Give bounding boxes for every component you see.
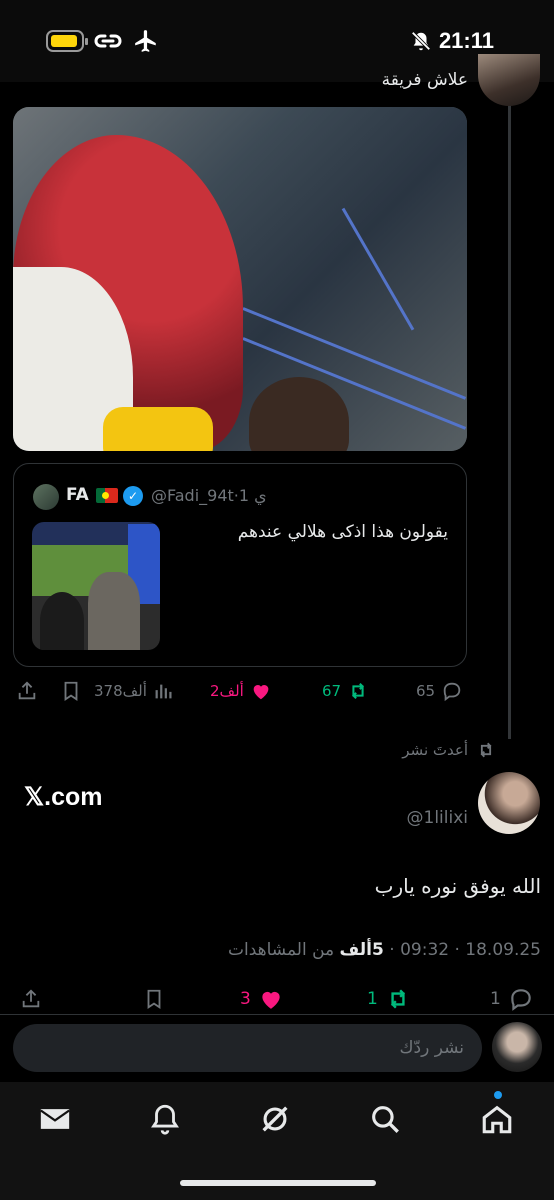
quote-author-name: FA bbox=[66, 485, 89, 505]
repost-count: 67 bbox=[322, 682, 342, 700]
bell-icon[interactable] bbox=[148, 1102, 182, 1136]
views-count: 378ألف bbox=[94, 682, 147, 700]
tweet-date: 18.09.25 bbox=[465, 940, 541, 960]
reply-input[interactable]: نشر ردّك bbox=[13, 1024, 482, 1072]
airplane-icon bbox=[135, 30, 156, 52]
like-icon bbox=[253, 685, 269, 700]
status-time: 21:11 bbox=[438, 28, 494, 53]
reposted-text: أعدتَ نشر bbox=[402, 741, 468, 759]
like-button[interactable]: 3 bbox=[240, 986, 285, 1012]
repost-icon bbox=[480, 742, 492, 758]
reply-icon bbox=[511, 989, 531, 1011]
bell-muted-icon bbox=[411, 31, 431, 51]
views-button[interactable]: 378ألف bbox=[94, 680, 175, 702]
thread-line bbox=[508, 104, 511, 739]
home-icon[interactable] bbox=[480, 1102, 514, 1136]
views-icon bbox=[155, 684, 172, 699]
mail-icon[interactable] bbox=[38, 1102, 72, 1136]
share-button[interactable] bbox=[20, 988, 42, 1010]
share-icon bbox=[18, 681, 36, 700]
link-icon bbox=[94, 34, 122, 48]
reply-icon bbox=[443, 682, 461, 702]
tweet-meta: 18.09.25 · 09:32 · 5ألف من المشاهدات bbox=[227, 940, 541, 960]
quote-tweet[interactable]: FA ✓ @Fadi_94t·1 ي يقولون هذا اذكى هلالي… bbox=[13, 463, 467, 667]
repost-icon bbox=[352, 682, 365, 700]
like-count: 2ألف bbox=[210, 682, 244, 700]
like-button[interactable]: 2ألف bbox=[210, 680, 272, 702]
grok-icon[interactable] bbox=[258, 1102, 292, 1136]
avatar bbox=[492, 1022, 542, 1072]
tweet-media-image[interactable] bbox=[13, 107, 467, 451]
status-bar: 21:11 bbox=[0, 0, 554, 82]
reply-count: 1 bbox=[490, 989, 501, 1009]
verified-badge-icon: ✓ bbox=[123, 486, 143, 506]
quote-time: 1 ي bbox=[238, 486, 267, 505]
home-indicator bbox=[180, 1180, 376, 1186]
quote-avatar bbox=[33, 484, 59, 510]
like-icon bbox=[262, 991, 280, 1009]
quote-handle-time: @Fadi_94t·1 ي bbox=[151, 486, 267, 505]
share-button[interactable] bbox=[16, 680, 38, 702]
reply-count: 65 bbox=[416, 682, 436, 700]
like-count: 3 bbox=[240, 989, 251, 1009]
source-label: 𝕏.com bbox=[24, 783, 103, 811]
repost-count: 1 bbox=[367, 989, 378, 1009]
reply-button[interactable]: 1 bbox=[490, 986, 535, 1012]
battery-icon bbox=[46, 30, 88, 52]
reply-button[interactable]: 65 bbox=[416, 680, 463, 702]
tweet-views-label: من المشاهدات bbox=[227, 940, 335, 960]
bookmark-icon bbox=[64, 681, 78, 701]
reposted-label: أعدتَ نشر bbox=[402, 740, 496, 760]
search-icon[interactable] bbox=[368, 1102, 402, 1136]
tweet-text: الله يوفق نوره يارب bbox=[374, 874, 541, 898]
notification-dot bbox=[494, 1091, 502, 1099]
quote-media-thumbnail bbox=[32, 522, 160, 650]
author-handle[interactable]: @1lilixi bbox=[407, 808, 469, 828]
tweet-views-count: 5ألف bbox=[339, 940, 384, 960]
portugal-flag-icon bbox=[96, 488, 118, 503]
repost-button[interactable]: 1 bbox=[367, 986, 412, 1012]
tweet-text-partial: علاش فريقة bbox=[381, 70, 468, 90]
tweet-time: 09:32 bbox=[400, 940, 450, 960]
quote-text: يقولون هذا اذكى هلالي عندهم bbox=[237, 522, 448, 542]
bookmark-icon bbox=[147, 989, 161, 1009]
quote-handle: @Fadi_94t bbox=[151, 486, 234, 505]
repost-button[interactable]: 67 bbox=[322, 680, 369, 702]
repost-icon bbox=[390, 989, 405, 1009]
avatar[interactable] bbox=[478, 772, 540, 834]
bookmark-button[interactable] bbox=[60, 680, 82, 702]
bookmark-button[interactable] bbox=[143, 988, 165, 1010]
avatar[interactable] bbox=[478, 54, 540, 106]
divider bbox=[0, 1014, 554, 1015]
share-icon bbox=[22, 989, 40, 1008]
